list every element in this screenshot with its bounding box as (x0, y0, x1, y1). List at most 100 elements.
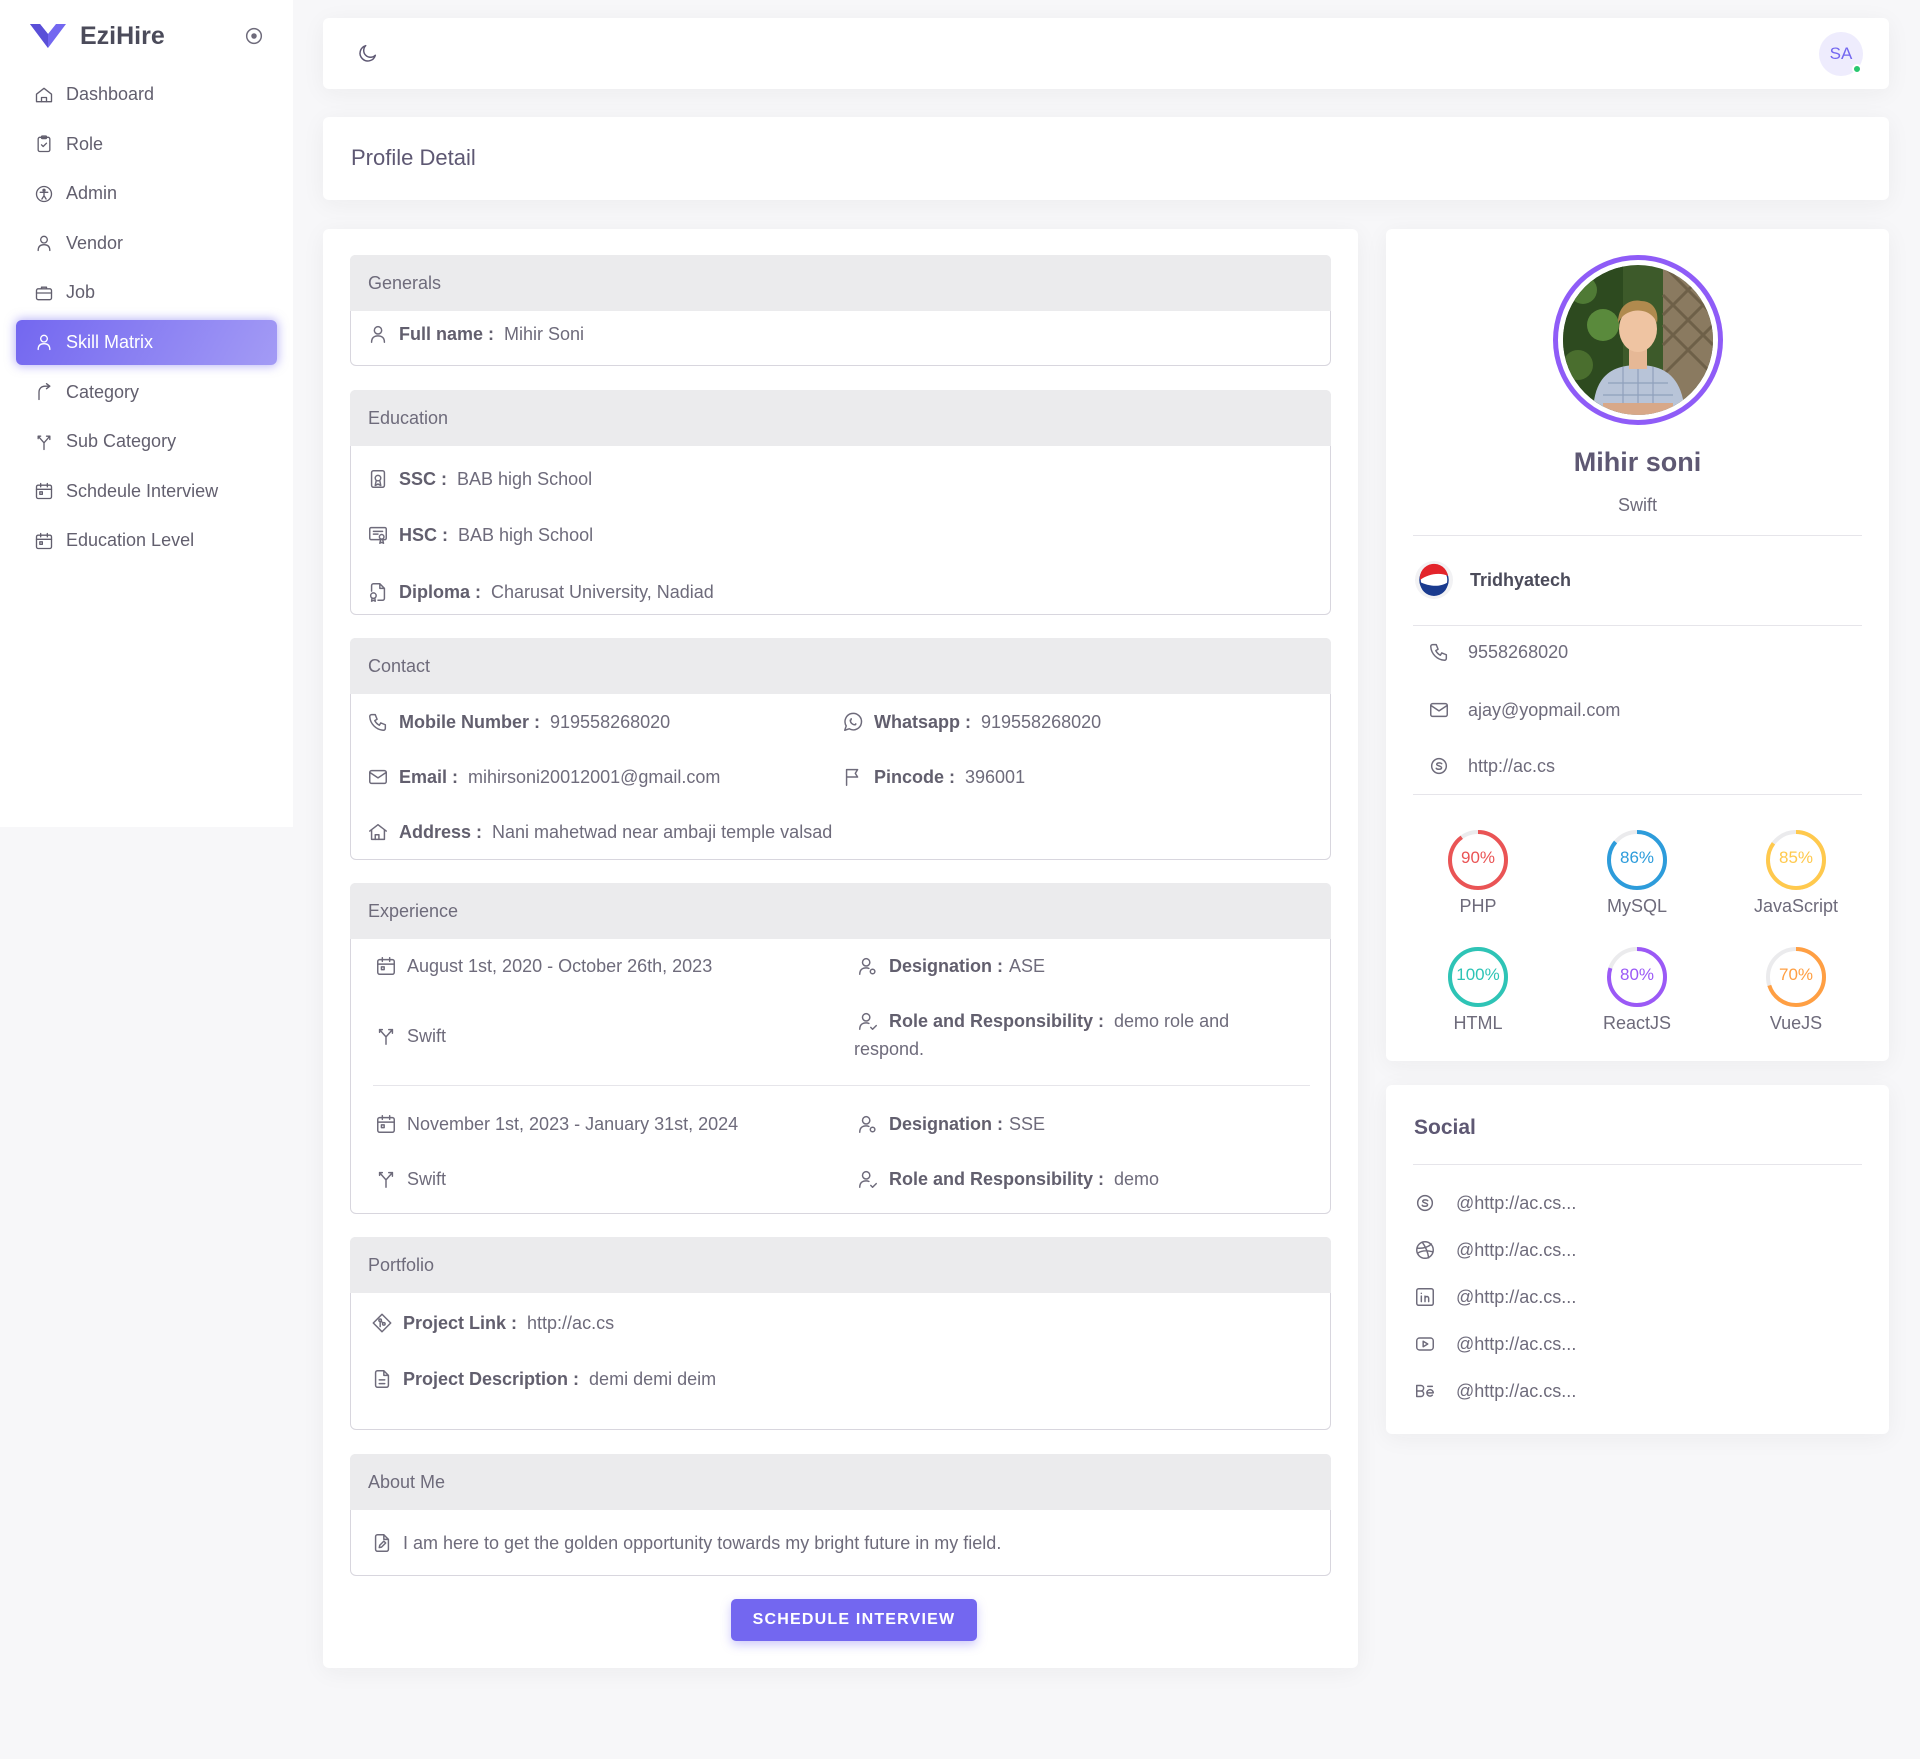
mobile-value: 919558268020 (550, 711, 671, 732)
whatsapp-icon (842, 711, 864, 733)
divider (1413, 794, 1862, 795)
section-heading: Contact (350, 638, 1331, 694)
skill-javascript: 85% JavaScript (1731, 828, 1861, 917)
sidebar-item-dashboard[interactable]: Dashboard (16, 72, 277, 117)
project-link-value[interactable]: http://ac.cs (527, 1313, 614, 1334)
user-icon (367, 323, 389, 345)
experience-role-continued: respond. (854, 1039, 924, 1060)
experience-dates: November 1st, 2023 - January 31st, 2024 (375, 1113, 738, 1135)
sidebar-item-label: Job (66, 282, 96, 303)
profile-skype[interactable]: http://ac.cs (1468, 756, 1555, 777)
social-handle[interactable]: @http://ac.cs... (1456, 1193, 1576, 1214)
user-avatar[interactable]: SA (1819, 32, 1863, 76)
behance-icon (1414, 1380, 1436, 1402)
project-description-value: demi demi deim (589, 1368, 717, 1389)
section-heading: Generals (350, 255, 1331, 311)
social-card: Social @http://ac.cs... @http://ac.cs...… (1386, 1085, 1889, 1434)
section-heading: Portfolio (350, 1237, 1331, 1293)
dribbble-icon (1414, 1239, 1436, 1261)
divider (373, 1085, 1310, 1086)
sidebar-item-sub-category[interactable]: Sub Category (16, 419, 277, 464)
designation-value: ASE (1009, 955, 1046, 976)
about-me-section: About Me I am here to get the golden opp… (350, 1454, 1331, 1576)
sidebar-item-job[interactable]: Job (16, 270, 277, 315)
sidebar: EziHire Dashboard Role Admin Vendor Job … (0, 0, 293, 827)
education-section: Education SSC : BAB high School HSC : BA… (350, 390, 1331, 615)
skill-value: Swift (407, 1168, 447, 1189)
profile-photo (1563, 265, 1713, 415)
full-name-value: Mihir Soni (504, 323, 585, 344)
field-label: Full name : (399, 323, 495, 344)
ssc-value: BAB high School (457, 468, 593, 489)
user-check-icon (857, 1168, 879, 1190)
field-label: Pincode : (874, 766, 956, 787)
moon-icon[interactable] (357, 42, 379, 64)
role-value-line-2: respond. (854, 1039, 925, 1059)
schedule-interview-button[interactable]: SCHEDULE INTERVIEW (731, 1599, 977, 1641)
skill-name: MySQL (1606, 896, 1667, 916)
full-name-row: Full name : Mihir Soni (367, 323, 584, 345)
address-value: Nani mahetwad near ambaji temple valsad (492, 821, 833, 842)
generals-section: Generals Full name : Mihir Soni (350, 255, 1331, 366)
contact-section: Contact Mobile Number : 919558268020 Wha… (350, 638, 1331, 860)
mobile-row: Mobile Number : 919558268020 (367, 711, 670, 733)
brand-name: EziHire (80, 21, 165, 50)
social-youtube-row[interactable]: @http://ac.cs... (1414, 1333, 1576, 1355)
field-label: Designation : (889, 1113, 1004, 1134)
sidebar-item-role[interactable]: Role (16, 122, 277, 167)
sidebar-item-admin[interactable]: Admin (16, 171, 277, 216)
mail-icon (367, 766, 389, 788)
sidebar-item-skill-matrix[interactable]: Skill Matrix (16, 319, 277, 365)
skill-mysql: 86% MySQL (1572, 828, 1702, 917)
sidebar-item-label: Admin (66, 183, 118, 204)
experience-skill: Swift (375, 1025, 446, 1047)
sidebar-item-label: Sub Category (66, 431, 177, 452)
skill-percent: 90% (1460, 848, 1496, 867)
experience-role: Role and Responsibility : demo (857, 1168, 1159, 1190)
sidebar-item-vendor[interactable]: Vendor (16, 221, 277, 266)
divider (1413, 1164, 1862, 1165)
sidebar-item-schedule-interview[interactable]: Schdeule Interview (16, 469, 277, 514)
skill-name: HTML (1453, 1013, 1503, 1033)
sidebar-toggle-icon[interactable] (243, 25, 265, 47)
accessibility-icon (34, 184, 54, 204)
sidebar-item-label: Education Level (66, 530, 195, 551)
social-dribbble-row[interactable]: @http://ac.cs... (1414, 1239, 1576, 1261)
company-name: Tridhyatech (1470, 569, 1572, 590)
sidebar-item-category[interactable]: Category (16, 370, 277, 415)
skill-percent: 70% (1778, 965, 1814, 984)
company-row: Tridhyatech (1414, 560, 1571, 600)
linkedin-icon (1414, 1286, 1436, 1308)
user-icon (34, 233, 54, 253)
social-handle[interactable]: @http://ac.cs... (1456, 1240, 1576, 1261)
social-handle[interactable]: @http://ac.cs... (1456, 1381, 1576, 1402)
briefcase-icon (34, 283, 54, 303)
avatar-initials: SA (1829, 44, 1853, 63)
social-handle[interactable]: @http://ac.cs... (1456, 1287, 1576, 1308)
sidebar-item-label: Dashboard (66, 84, 155, 104)
logo-icon[interactable] (28, 20, 68, 52)
profile-email-row: ajay@yopmail.com (1428, 699, 1620, 721)
skill-name: ReactJS (1602, 1013, 1672, 1033)
ssc-row: SSC : BAB high School (367, 468, 592, 490)
experience-designation: Designation : ASE (857, 955, 1045, 977)
project-link-row: Project Link : http://ac.cs (371, 1312, 614, 1334)
social-linkedin-row[interactable]: @http://ac.cs... (1414, 1286, 1576, 1308)
split-arrow-icon (375, 1025, 397, 1047)
profile-skype-row: http://ac.cs (1428, 755, 1555, 777)
social-behance-row[interactable]: @http://ac.cs... (1414, 1380, 1576, 1402)
user-settings-icon (857, 955, 879, 977)
user-check-icon (857, 1010, 879, 1032)
field-label: Whatsapp : (874, 711, 971, 732)
sidebar-item-label: Skill Matrix (66, 331, 154, 352)
profile-email[interactable]: ajay@yopmail.com (1468, 700, 1620, 721)
sidebar-item-education-level[interactable]: Education Level (16, 518, 277, 563)
divider (1413, 625, 1862, 626)
file-text-icon (371, 1368, 393, 1390)
skill-progress-ring: 100% (1446, 945, 1510, 1009)
calendar-icon (375, 955, 397, 977)
social-handle[interactable]: @http://ac.cs... (1456, 1334, 1576, 1355)
social-skype-row[interactable]: @http://ac.cs... (1414, 1192, 1576, 1214)
field-label: Email : (399, 766, 459, 787)
sidebar-item-label: Role (66, 133, 104, 154)
